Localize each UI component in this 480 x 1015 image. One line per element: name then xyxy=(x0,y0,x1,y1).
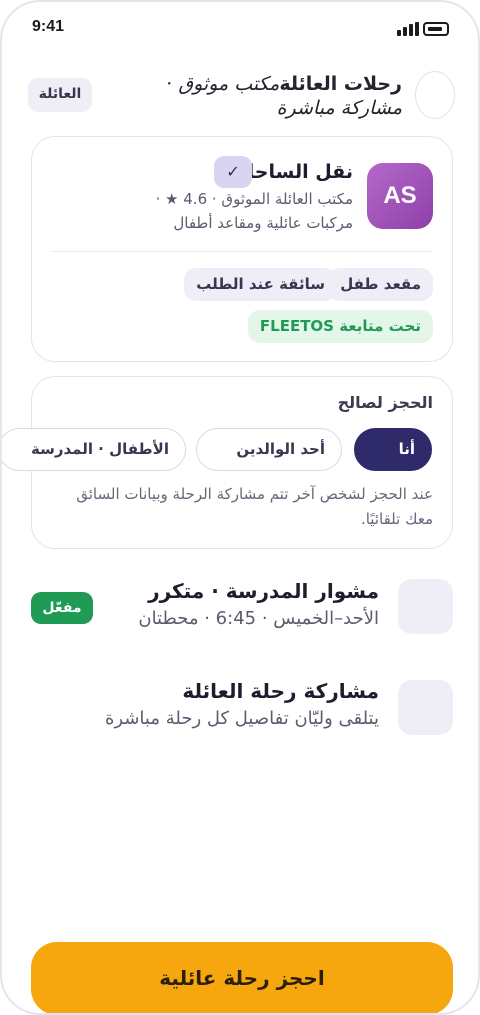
school-run-subtitle: الأحد–الخميس · 6:45 · محطتان xyxy=(138,608,379,629)
booking-option-me[interactable]: أنا xyxy=(354,428,432,471)
booking-for-card: الحجز لصالح أنا أحد الوالدين الأطفال · ا… xyxy=(2,376,453,549)
female-driver-chip: سائقة عند الطلب xyxy=(184,268,337,301)
school-run-icon xyxy=(398,579,453,634)
family-pill[interactable]: العائلة xyxy=(28,78,92,112)
booking-option-parent[interactable]: أحد الوالدين xyxy=(196,428,342,471)
family-share-title: مشاركة رحلة العائلة xyxy=(182,679,379,703)
child-seat-chip: مقعد طفل xyxy=(328,268,433,301)
status-bar: 9:41 xyxy=(2,2,478,50)
verified-check-icon: ✓ xyxy=(214,156,252,188)
family-share-row[interactable]: مشاركة رحلة العائلة يتلقى وليّان تفاصيل … xyxy=(31,679,453,735)
page-title: رحلات العائلة xyxy=(279,73,402,95)
school-run-title: مشوار المدرسة · متكرر xyxy=(148,579,379,603)
booking-option-kids-school[interactable]: الأطفال · المدرسة xyxy=(2,428,186,471)
battery-icon xyxy=(423,22,449,36)
status-time: 9:41 xyxy=(32,18,65,35)
page-header: رحلات العائلةمكتب موثوق · مشاركة مباشرة xyxy=(122,72,402,120)
provider-meta: مكتب العائلة الموثوق · 4.6 ★ · مركبات عا… xyxy=(123,187,354,235)
active-badge[interactable]: مفعّل xyxy=(31,592,93,624)
fleetos-chip: تحت متابعة FLEETOS xyxy=(247,310,433,343)
booking-note: عند الحجز لشخص آخر تتم مشاركة الرحلة وبي… xyxy=(76,485,433,528)
divider xyxy=(51,251,433,252)
provider-avatar: AS xyxy=(367,163,433,229)
school-run-row[interactable]: مشوار المدرسة · متكرر الأحد–الخميس · 6:4… xyxy=(31,579,453,635)
phone-frame: 9:41 رحلات العائلةمكتب موثوق · مشاركة مب… xyxy=(0,0,480,1015)
family-share-subtitle: يتلقى وليّان تفاصيل كل رحلة مباشرة xyxy=(104,708,379,729)
provider-description: مركبات عائلية ومقاعد أطفال xyxy=(173,214,353,232)
provider-rating-line: مكتب العائلة الموثوق · 4.6 ★ · xyxy=(155,190,354,208)
family-share-icon xyxy=(398,680,453,735)
back-button[interactable] xyxy=(415,71,455,119)
provider-name: نقل الساحل xyxy=(237,161,353,183)
signal-icon xyxy=(397,22,419,36)
booking-for-title: الحجز لصالح xyxy=(337,393,433,412)
provider-card[interactable]: AS نقل الساحل ✓ مكتب العائلة الموثوق · 4… xyxy=(31,136,453,362)
book-family-ride-button[interactable]: احجز رحلة عائلية xyxy=(31,942,453,1013)
